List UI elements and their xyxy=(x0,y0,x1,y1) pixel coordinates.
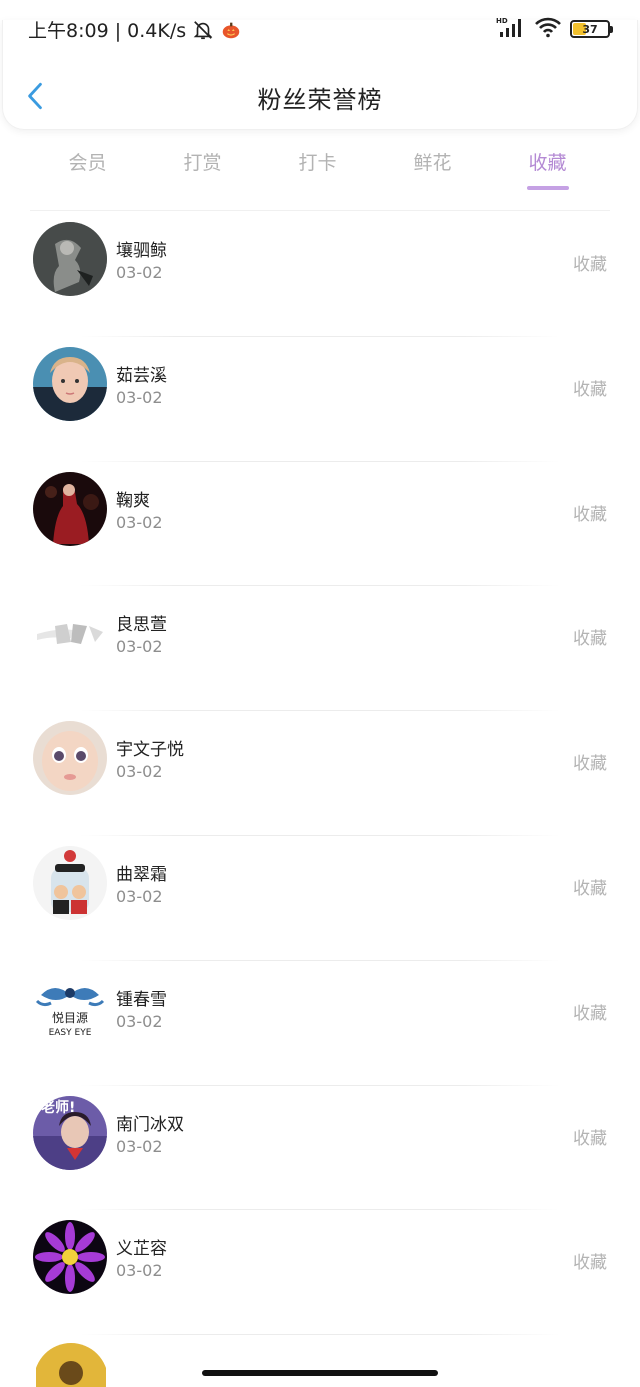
tab-checkin[interactable]: 打卡 xyxy=(260,140,375,200)
tab-flowers[interactable]: 鲜花 xyxy=(375,140,490,200)
favorite-action[interactable]: 收藏 xyxy=(573,1124,607,1149)
list-item[interactable]: 鞠爽 03-02 收藏 xyxy=(0,462,640,587)
avatar[interactable] xyxy=(33,222,107,296)
fan-name: 宇文子悦 xyxy=(116,740,184,761)
home-indicator[interactable] xyxy=(202,1370,438,1376)
fan-date: 03-02 xyxy=(116,263,163,282)
fan-name: 茹芸溪 xyxy=(116,365,167,386)
list-item[interactable]: 义芷容 03-02 收藏 xyxy=(0,1210,640,1336)
favorite-action[interactable]: 收藏 xyxy=(573,999,607,1024)
tab-members[interactable]: 会员 xyxy=(30,140,145,200)
tab-label: 收藏 xyxy=(528,152,567,174)
avatar[interactable]: 老师! xyxy=(33,1095,107,1170)
avatar[interactable] xyxy=(33,1220,107,1295)
avatar-caption: 老师! xyxy=(41,1099,75,1116)
fan-date: 03-02 xyxy=(116,762,163,782)
avatar[interactable] xyxy=(33,721,107,796)
partial-avatar xyxy=(36,1343,106,1387)
fans-list: 壤驷鲸 03-02 收藏 茹芸溪 03-02 收藏 鞠爽 03-02 收藏 良思… xyxy=(0,212,640,1336)
tab-label: 会员 xyxy=(68,152,107,174)
fan-name: 壤驷鲸 xyxy=(116,241,167,261)
fan-date: 03-02 xyxy=(116,1136,163,1156)
fan-name: 良思萱 xyxy=(116,615,167,636)
avatar[interactable] xyxy=(33,845,107,920)
tab-label: 打卡 xyxy=(298,152,337,174)
list-item[interactable]: 良思萱 03-02 收藏 xyxy=(0,586,640,712)
fan-date: 03-02 xyxy=(116,1261,163,1281)
fan-name: 南门冰双 xyxy=(116,1114,184,1135)
favorite-action[interactable]: 收藏 xyxy=(573,375,607,400)
fan-date: 03-02 xyxy=(116,1011,163,1031)
active-tab-underline xyxy=(526,186,569,190)
tab-tips[interactable]: 打赏 xyxy=(145,140,260,200)
favorite-action[interactable]: 收藏 xyxy=(573,1248,607,1273)
fan-date: 03-02 xyxy=(116,886,163,906)
avatar-logo-text: 悦目源 xyxy=(52,1011,88,1025)
favorite-action[interactable]: 收藏 xyxy=(573,250,607,275)
fan-name: 鞠爽 xyxy=(116,490,150,511)
tab-label: 鲜花 xyxy=(413,152,452,174)
list-item[interactable]: 悦目源 EASY EYE 锺春雪 03-02 收藏 xyxy=(0,961,640,1086)
battery-level: 37 xyxy=(582,22,598,36)
list-item[interactable]: 壤驷鲸 03-02 收藏 xyxy=(0,212,640,337)
avatar-logo-subtext: EASY EYE xyxy=(49,1028,92,1038)
tab-label: 打赏 xyxy=(183,152,222,174)
fan-name: 义芷容 xyxy=(116,1239,167,1260)
fan-name: 曲翠霜 xyxy=(116,864,167,885)
avatar[interactable] xyxy=(33,346,107,421)
fan-date: 03-02 xyxy=(116,637,163,657)
avatar[interactable]: 悦目源 EASY EYE xyxy=(33,970,107,1045)
fan-date: 03-02 xyxy=(116,387,163,407)
row-divider xyxy=(80,1334,560,1336)
list-item[interactable]: 宇文子悦 03-02 收藏 xyxy=(0,711,640,836)
list-item[interactable]: 曲翠霜 03-02 收藏 xyxy=(0,836,640,961)
avatar[interactable] xyxy=(33,596,107,671)
fan-date: 03-02 xyxy=(116,512,163,532)
avatar[interactable] xyxy=(33,471,107,546)
list-item[interactable]: 老师! 南门冰双 03-02 收藏 xyxy=(0,1086,640,1211)
favorite-action[interactable]: 收藏 xyxy=(573,749,607,774)
favorite-action[interactable]: 收藏 xyxy=(573,624,607,649)
tab-favorites[interactable]: 收藏 xyxy=(490,140,605,200)
fan-name: 锺春雪 xyxy=(116,989,167,1010)
tab-bar: 会员 打赏 打卡 鲜花 收藏 xyxy=(30,140,610,200)
favorite-action[interactable]: 收藏 xyxy=(573,500,607,525)
favorite-action[interactable]: 收藏 xyxy=(573,874,607,899)
list-item[interactable]: 茹芸溪 03-02 收藏 xyxy=(0,337,640,462)
page-title: 粉丝荣誉榜 xyxy=(257,86,383,114)
tabs-divider xyxy=(30,210,610,211)
